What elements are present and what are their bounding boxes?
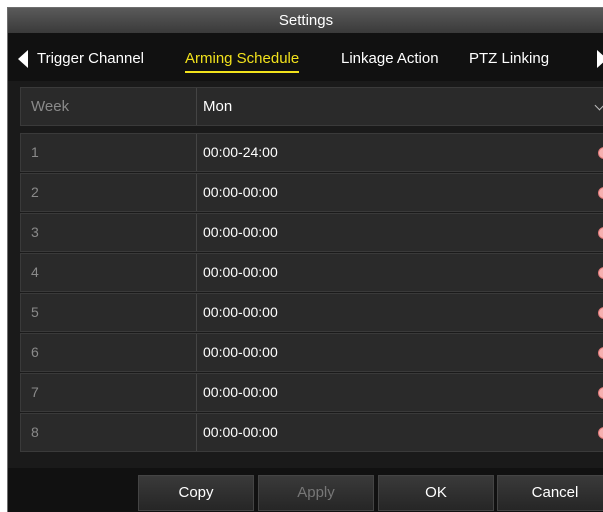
week-row: Week Mon [20,87,603,126]
period-index: 6 [21,334,197,371]
period-time[interactable]: 00:00-00:00 [203,294,278,331]
clock-icon[interactable] [598,347,603,359]
period-time[interactable]: 00:00-00:00 [203,254,278,291]
cancel-button[interactable]: Cancel [497,475,603,511]
tab-trigger-channel[interactable]: Trigger Channel [37,47,144,71]
period-time[interactable]: 00:00-00:00 [203,374,278,411]
chevron-down-icon[interactable] [594,100,603,111]
tab-bar: Trigger Channel Arming Schedule Linkage … [8,33,603,81]
period-index: 3 [21,214,197,251]
period-index: 8 [21,414,197,451]
period-index: 4 [21,254,197,291]
period-time[interactable]: 00:00-00:00 [203,174,278,211]
week-select[interactable]: Mon [203,88,232,125]
period-index: 7 [21,374,197,411]
period-index: 5 [21,294,197,331]
apply-button[interactable]: Apply [258,475,374,511]
copy-button[interactable]: Copy [138,475,254,511]
tab-ptz-linking[interactable]: PTZ Linking [469,47,549,71]
schedule-row: 3 00:00-00:00 [20,213,603,252]
clock-icon[interactable] [598,147,603,159]
tab-scroll-right-icon[interactable] [597,50,603,68]
period-index: 2 [21,174,197,211]
clock-icon[interactable] [598,427,603,439]
schedule-row: 6 00:00-00:00 [20,333,603,372]
week-label: Week [21,88,197,125]
clock-icon[interactable] [598,227,603,239]
dialog-title: Settings [8,8,603,33]
ok-button[interactable]: OK [378,475,494,511]
schedule-row: 2 00:00-00:00 [20,173,603,212]
schedule-row: 5 00:00-00:00 [20,293,603,332]
tab-scroll-left-icon[interactable] [18,50,28,68]
schedule-row: 7 00:00-00:00 [20,373,603,412]
clock-icon[interactable] [598,187,603,199]
period-time[interactable]: 00:00-00:00 [203,214,278,251]
period-time[interactable]: 00:00-24:00 [203,134,278,171]
schedule-row: 4 00:00-00:00 [20,253,603,292]
tab-arming-schedule[interactable]: Arming Schedule [185,47,300,73]
period-index: 1 [21,134,197,171]
clock-icon[interactable] [598,267,603,279]
tab-linkage-action[interactable]: Linkage Action [341,47,439,71]
clock-icon[interactable] [598,307,603,319]
period-time[interactable]: 00:00-00:00 [203,414,278,451]
settings-dialog: Settings Trigger Channel Arming Schedule… [7,7,603,512]
schedule-row: 1 00:00-24:00 [20,133,603,172]
schedule-row: 8 00:00-00:00 [20,413,603,452]
schedule-grid: Week Mon 1 00:00-24:00 2 00:00-00:00 3 0… [20,87,603,453]
clock-icon[interactable] [598,387,603,399]
button-bar: Copy Apply OK Cancel [8,468,603,512]
period-time[interactable]: 00:00-00:00 [203,334,278,371]
